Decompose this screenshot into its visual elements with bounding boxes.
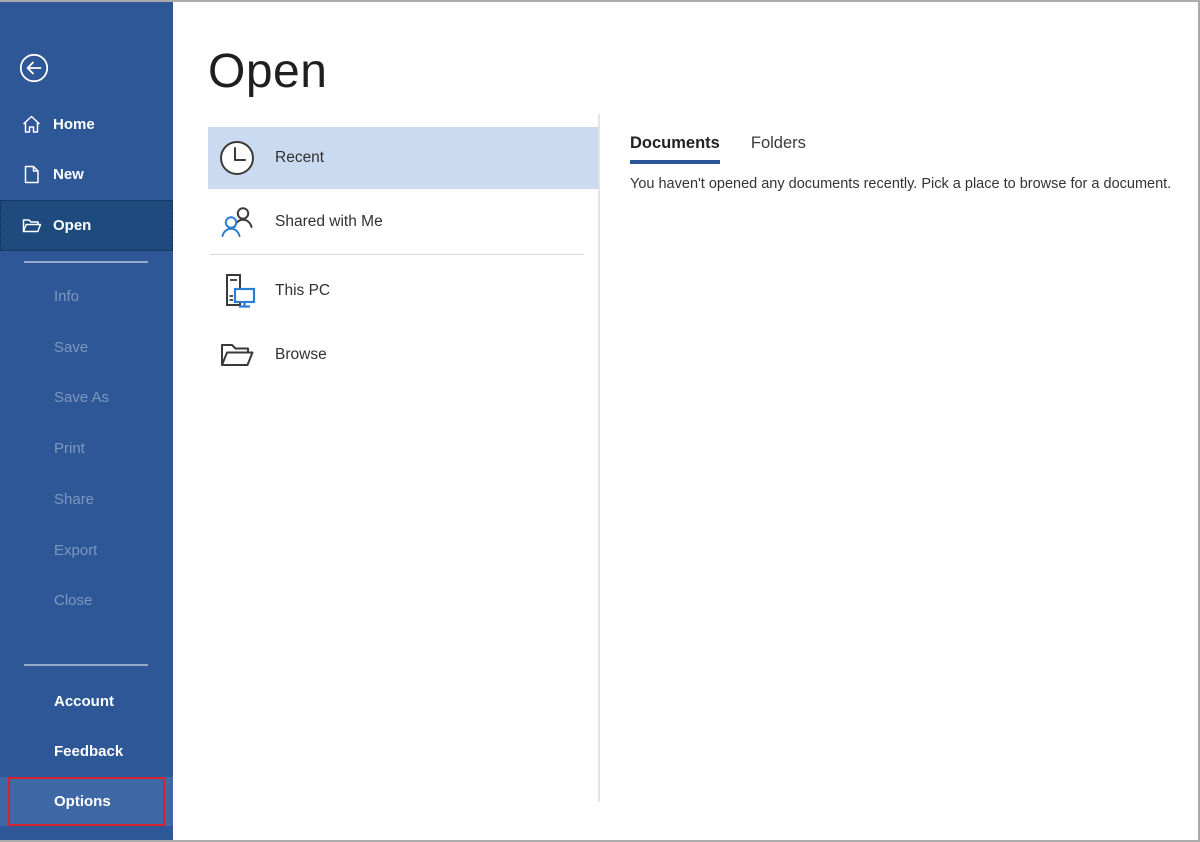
pc-icon — [218, 272, 256, 310]
sidebar-divider — [24, 261, 148, 263]
sidebar-item-label: Print — [54, 439, 85, 457]
tab-folders[interactable]: Folders — [751, 134, 806, 164]
home-icon — [21, 114, 42, 135]
sidebar-item-label: Export — [54, 541, 98, 559]
sidebar-item-label: Save As — [54, 388, 110, 406]
sidebar-item-home[interactable]: Home — [0, 102, 173, 146]
back-arrow-icon — [18, 52, 50, 84]
sidebar-item-label: Account — [54, 692, 114, 710]
sidebar-item-save: Save — [0, 332, 173, 362]
new-document-icon — [21, 164, 42, 185]
sidebar-item-label: New — [53, 165, 84, 183]
sidebar-item-print: Print — [0, 433, 173, 463]
sidebar-item-label: Open — [53, 217, 92, 234]
place-label: Shared with Me — [275, 212, 383, 230]
browse-folder-icon — [218, 336, 256, 374]
sidebar-item-open[interactable]: Open — [0, 200, 173, 251]
sidebar-item-account[interactable]: Account — [0, 686, 173, 716]
back-button[interactable] — [18, 52, 50, 84]
sidebar-item-export: Export — [0, 535, 173, 565]
sidebar-item-share: Share — [0, 484, 173, 514]
sidebar-item-label: Info — [54, 287, 80, 305]
sidebar-item-label: Save — [54, 338, 89, 356]
page-title: Open — [208, 45, 328, 98]
tab-documents[interactable]: Documents — [630, 134, 720, 164]
place-browse[interactable]: Browse — [208, 327, 598, 383]
sidebar-item-label: Share — [54, 490, 95, 508]
panel-tabs: Documents Folders — [630, 134, 1171, 164]
place-label: Recent — [275, 149, 325, 166]
sidebar-item-info: Info — [0, 281, 173, 311]
place-label: Browse — [275, 346, 327, 363]
options-red-annotation-box — [8, 777, 165, 826]
empty-state-message: You haven't opened any documents recentl… — [630, 176, 1172, 192]
sidebar-item-label: Close — [54, 591, 93, 609]
clock-icon — [218, 139, 256, 177]
place-shared-with-me[interactable]: Shared with Me — [208, 189, 598, 254]
recent-documents-panel: Documents Folders You haven't opened any… — [630, 134, 1171, 192]
open-folder-icon — [21, 215, 42, 236]
sidebar-item-close: Close — [0, 585, 173, 615]
sidebar-item-label: Home — [53, 115, 95, 133]
word-backstage-open-view: Home New Open Info Save Save As Print Sh… — [0, 0, 1200, 842]
sidebar-divider — [24, 664, 148, 666]
sidebar-item-feedback[interactable]: Feedback — [0, 736, 173, 766]
open-places-list: Recent Shared with Me This PC Browse — [208, 127, 598, 383]
sidebar-item-new[interactable]: New — [0, 152, 173, 196]
vertical-divider — [598, 114, 600, 802]
place-label: This PC — [275, 282, 331, 299]
people-icon — [218, 203, 256, 241]
place-recent[interactable]: Recent — [208, 127, 598, 189]
sidebar-item-save-as: Save As — [0, 382, 173, 412]
backstage-sidebar: Home New Open Info Save Save As Print Sh… — [0, 2, 173, 840]
sidebar-item-label: Feedback — [54, 742, 124, 760]
place-this-pc[interactable]: This PC — [208, 255, 598, 327]
